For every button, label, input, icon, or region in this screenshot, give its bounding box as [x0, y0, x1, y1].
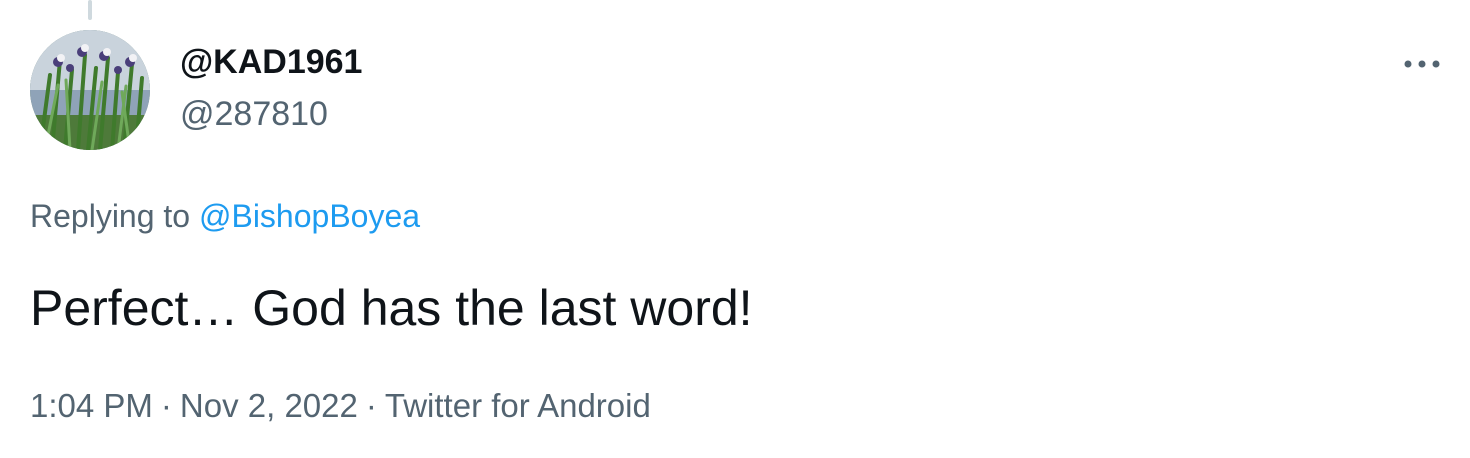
more-options-button[interactable] — [1396, 44, 1448, 84]
meta-separator: · — [365, 387, 377, 424]
replying-to-mention-link[interactable]: @BishopBoyea — [199, 198, 420, 234]
tweet-date-link[interactable]: Nov 2, 2022 — [180, 387, 358, 424]
tweet-time-link[interactable]: 1:04 PM — [30, 387, 153, 424]
meta-separator: · — [160, 387, 172, 424]
tweet-source-link[interactable]: Twitter for Android — [385, 387, 651, 424]
more-horizontal-icon — [1404, 60, 1440, 68]
author-display-name[interactable]: @KAD1961 — [180, 42, 362, 82]
tweet-metadata: 1:04 PM · Nov 2, 2022 · Twitter for Android — [30, 386, 651, 426]
avatar[interactable] — [30, 30, 150, 150]
avatar-image — [30, 30, 150, 150]
thread-connector-line — [88, 0, 92, 20]
replying-to-line: Replying to @BishopBoyea — [30, 196, 420, 236]
tweet-text: Perfect… God has the last word! — [30, 280, 753, 336]
replying-to-label: Replying to — [30, 198, 191, 234]
author-handle[interactable]: @287810 — [180, 94, 328, 134]
